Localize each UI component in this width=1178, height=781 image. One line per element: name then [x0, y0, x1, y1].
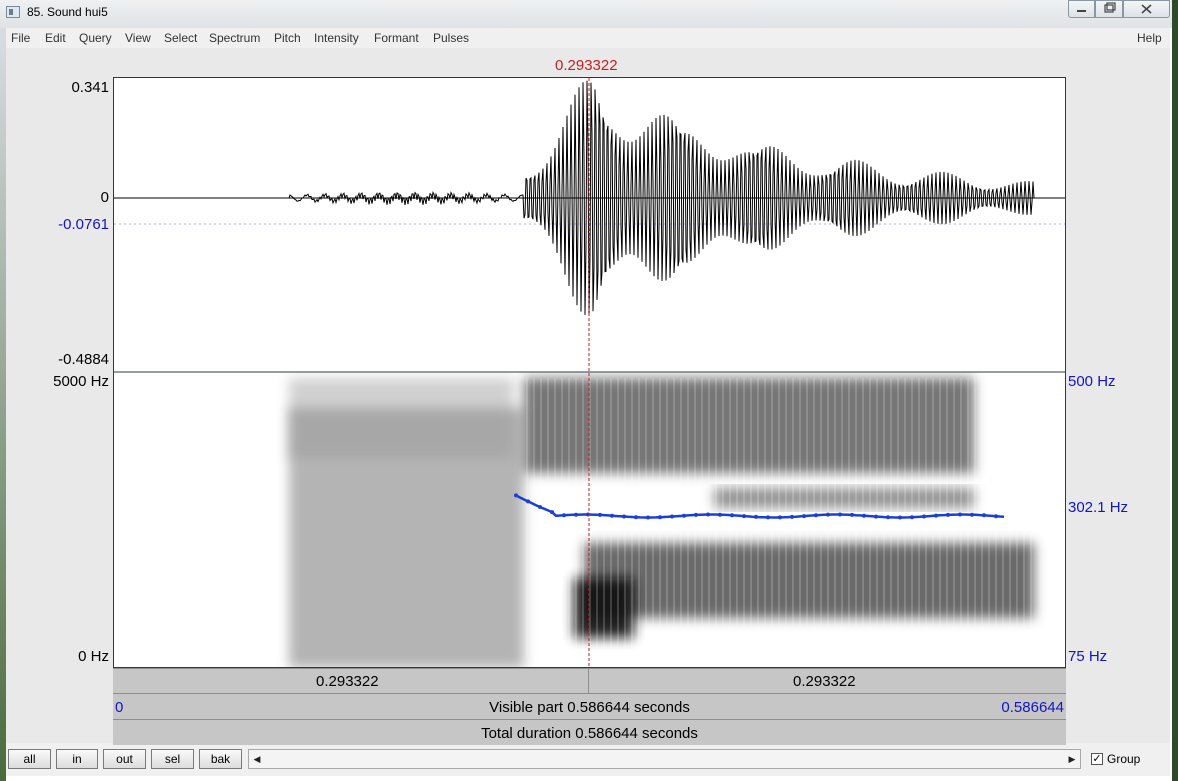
pitch-point — [742, 514, 746, 519]
pitch-point — [754, 514, 758, 519]
total-duration-label: Total duration 0.586644 seconds — [481, 725, 698, 742]
pitch-point — [982, 513, 986, 518]
menu-spectrum[interactable]: Spectrum — [209, 31, 260, 45]
visible-end-label: 0.586644 — [1001, 699, 1064, 716]
pitch-point — [718, 512, 722, 517]
pitch-point — [826, 512, 830, 517]
zoom-sel-button[interactable]: sel — [151, 749, 194, 769]
time-bar-divider — [588, 669, 589, 693]
pitch-point — [958, 512, 962, 517]
menu-help[interactable]: Help — [1137, 31, 1162, 45]
pitch-point — [886, 515, 890, 520]
pitch-max-label: 500 Hz — [1068, 373, 1116, 390]
spectrogram — [289, 378, 1034, 667]
pitch-point — [766, 515, 770, 520]
pitch-point — [778, 515, 782, 520]
pitch-point — [658, 515, 662, 520]
minimize-icon — [1077, 10, 1086, 12]
pitch-point — [922, 514, 926, 519]
pitch-min-label: 75 Hz — [1068, 648, 1108, 665]
cursor-time-label: 0.293322 — [555, 57, 618, 74]
close-button[interactable] — [1123, 0, 1170, 18]
time-selection-bar[interactable]: 0.293322 0.293322 — [113, 668, 1066, 693]
menu-edit[interactable]: Edit — [45, 31, 66, 45]
pitch-point — [802, 514, 806, 519]
pitch-point — [970, 512, 974, 517]
menu-pitch[interactable]: Pitch — [274, 31, 301, 45]
pitch-point — [850, 512, 854, 517]
waveform-cursor-value-label: -0.0761 — [58, 216, 109, 233]
pitch-point — [562, 513, 566, 518]
pitch-point — [574, 512, 578, 517]
spectrogram-min-label: 0 Hz — [78, 648, 109, 665]
menu-pulses[interactable]: Pulses — [433, 31, 469, 45]
menu-query[interactable]: Query — [79, 31, 112, 45]
bottom-toolbar: all in out sel bak ◀ ▶ ✓ Group — [6, 746, 1170, 776]
pitch-point — [670, 514, 674, 519]
menu-view[interactable]: View — [125, 31, 151, 45]
pitch-point — [526, 499, 530, 504]
scroll-left-arrow-icon[interactable]: ◀ — [249, 750, 265, 768]
pitch-point — [598, 512, 602, 517]
pitch-point — [910, 515, 914, 520]
time-right-label: 0.293322 — [793, 673, 856, 690]
menu-bar: File Edit Query View Select Spectrum Pit… — [6, 28, 1170, 48]
pitch-point — [694, 512, 698, 517]
pitch-point — [934, 513, 938, 518]
plot-area[interactable] — [113, 77, 1066, 668]
pitch-point — [622, 514, 626, 519]
pitch-point — [946, 512, 950, 517]
app-window-icon[interactable] — [6, 6, 20, 18]
visible-part-bar[interactable]: 0 Visible part 0.586644 seconds 0.586644 — [113, 693, 1066, 719]
pitch-point — [550, 510, 554, 515]
maximize-button[interactable] — [1095, 0, 1123, 18]
pitch-point — [706, 512, 710, 517]
zoom-out-button[interactable]: out — [103, 749, 146, 769]
pitch-point — [610, 513, 614, 518]
pitch-point — [514, 493, 518, 498]
pitch-point — [646, 515, 650, 520]
menu-intensity[interactable]: Intensity — [314, 31, 359, 45]
waveform-ymax-label: 0.341 — [71, 79, 109, 96]
pitch-point — [862, 513, 866, 518]
sound-editor-panel: 0.293322 0.341 0 -0.0761 -0.4884 5000 Hz… — [6, 48, 1170, 745]
time-left-label: 0.293322 — [316, 673, 379, 690]
zoom-back-button[interactable]: bak — [199, 749, 242, 769]
group-checkbox[interactable]: ✓ — [1091, 753, 1103, 765]
zoom-in-button[interactable]: in — [56, 749, 98, 769]
pitch-point — [898, 515, 902, 520]
restore-icon — [1104, 2, 1116, 13]
group-label: Group — [1107, 752, 1141, 766]
desktop-edge-right — [1172, 0, 1178, 781]
pitch-point — [682, 513, 686, 518]
time-scrollbar[interactable]: ◀ ▶ — [248, 749, 1081, 769]
menu-select[interactable]: Select — [164, 31, 197, 45]
pitch-point — [538, 505, 542, 509]
window-title: 85. Sound hui5 — [27, 5, 108, 19]
plot-canvas — [114, 78, 1065, 667]
editor-window: File Edit Query View Select Spectrum Pit… — [6, 28, 1170, 776]
pitch-point — [730, 513, 734, 518]
pitch-point — [790, 514, 794, 519]
waveform-zero-label: 0 — [100, 189, 109, 206]
minimize-button[interactable] — [1068, 0, 1095, 18]
close-icon — [1141, 4, 1152, 14]
title-bar[interactable]: 85. Sound hui5 — [0, 0, 1178, 27]
pitch-cursor-label: 302.1 Hz — [1068, 499, 1129, 516]
zoom-all-button[interactable]: all — [8, 749, 51, 769]
spectrogram-max-label: 5000 Hz — [53, 373, 109, 390]
total-duration-bar[interactable]: Total duration 0.586644 seconds — [113, 719, 1066, 745]
waveform-ymin-label: -0.4884 — [58, 351, 109, 368]
pitch-point — [994, 514, 998, 519]
scroll-right-arrow-icon[interactable]: ▶ — [1064, 750, 1080, 768]
pitch-point — [874, 514, 878, 519]
visible-part-label: Visible part 0.586644 seconds — [489, 699, 690, 716]
menu-file[interactable]: File — [11, 31, 30, 45]
pitch-point — [814, 513, 818, 518]
menu-formant[interactable]: Formant — [374, 31, 419, 45]
pitch-point — [634, 515, 638, 520]
pitch-point — [838, 512, 842, 517]
